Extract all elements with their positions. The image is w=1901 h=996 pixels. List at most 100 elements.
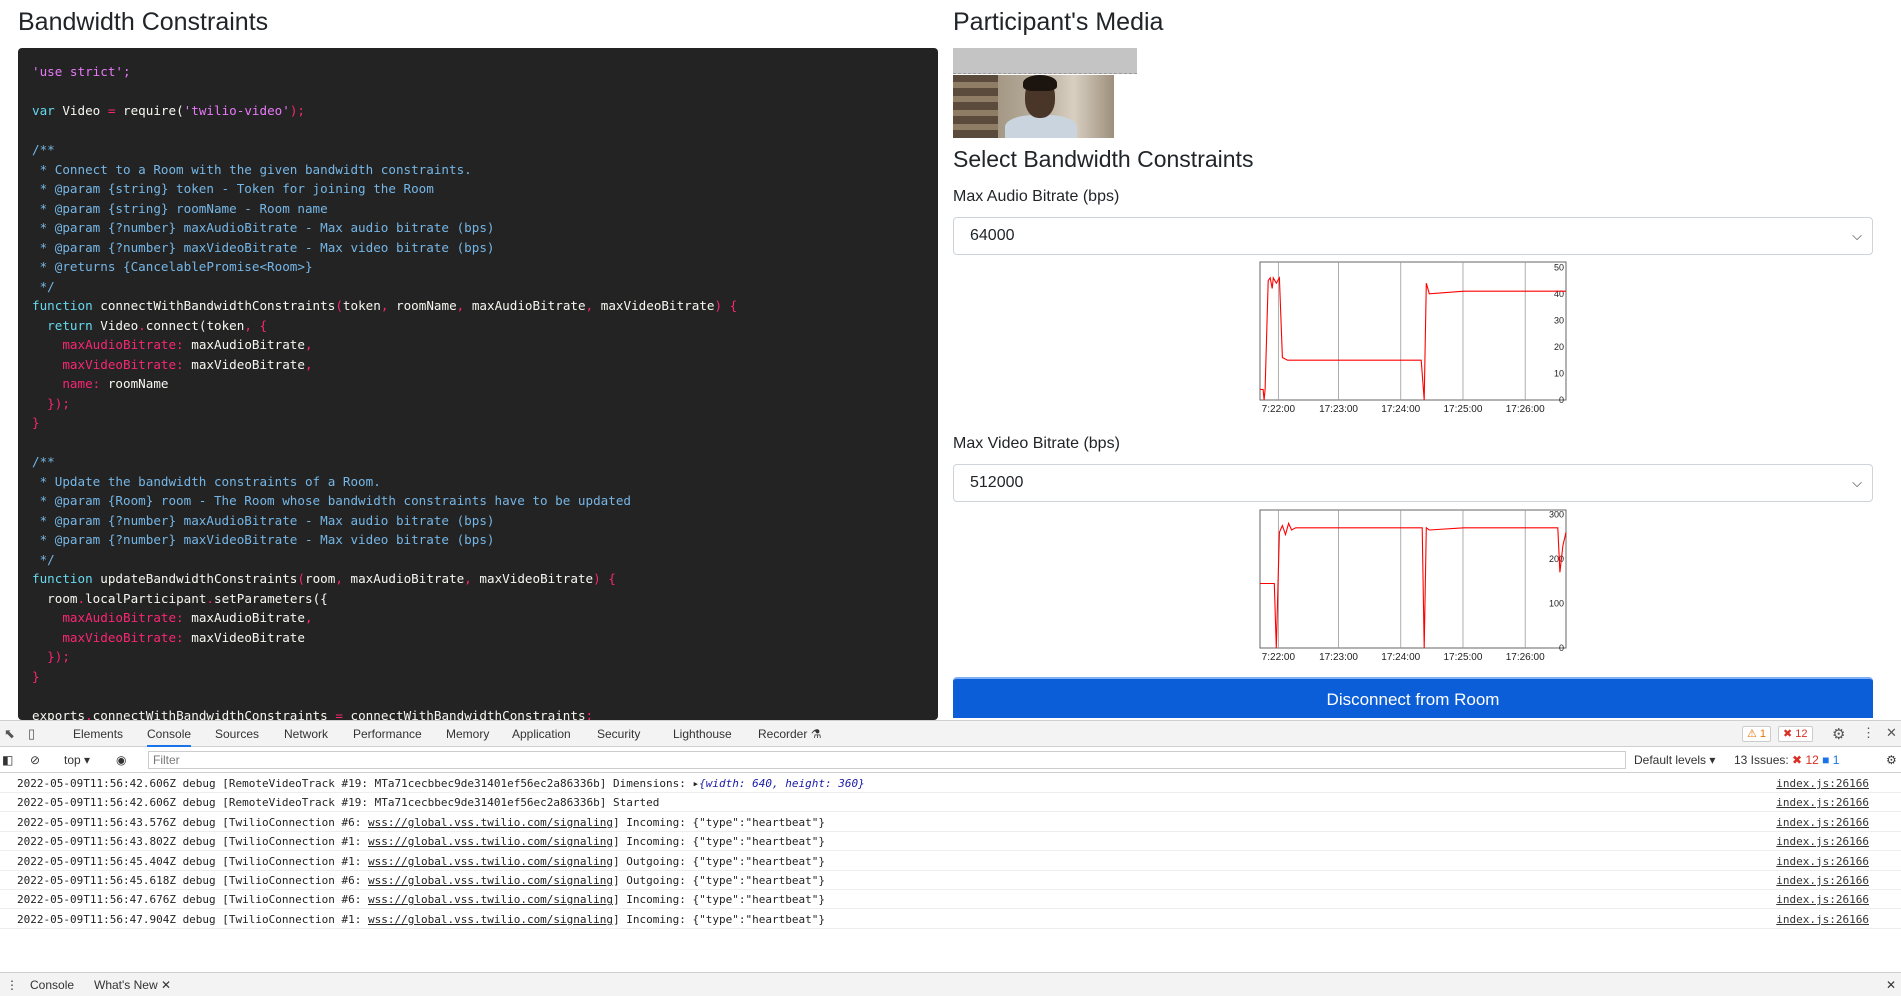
- console-log-row: 2022-05-09T11:56:42.606Z debug [RemoteVi…: [0, 793, 1901, 813]
- console-settings-icon[interactable]: ⚙: [1886, 747, 1897, 773]
- drawer-tab-whats-new[interactable]: What's New ✕: [94, 973, 171, 996]
- log-source-link[interactable]: index.js:26166: [1776, 813, 1869, 832]
- code-line: */: [32, 551, 55, 567]
- log-url-link[interactable]: wss://global.vss.twilio.com/signaling: [368, 893, 613, 906]
- code-line: });: [32, 649, 70, 664]
- audio-bitrate-label: Max Audio Bitrate (bps): [953, 188, 1120, 205]
- audio-bitrate-value: 64000: [970, 227, 1015, 244]
- chart-svg: 7:22:00 17:23:00 17:24:00 17:25:00 17:26:00 0…: [1259, 261, 1567, 415]
- more-options-icon[interactable]: ⋮: [1862, 725, 1875, 741]
- code-line: * @param {?number} maxAudioBitrate - Max…: [32, 220, 495, 235]
- tab-application[interactable]: Application: [512, 721, 571, 747]
- console-log-row: 2022-05-09T11:56:43.576Z debug [TwilioCo…: [0, 813, 1901, 832]
- flask-icon: ⚗: [807, 727, 822, 741]
- x-tick-label: 17:24:00: [1381, 404, 1420, 415]
- code-line: function updateBandwidthConstraints(room…: [32, 571, 616, 586]
- x-tick-label: 17:23:00: [1319, 404, 1358, 415]
- page-content: Bandwidth Constraints 'use strict'; var …: [0, 0, 1901, 720]
- code-line: maxVideoBitrate: maxVideoBitrate: [32, 629, 305, 645]
- log-source-link[interactable]: index.js:26166: [1776, 852, 1869, 871]
- log-source-link[interactable]: index.js:26166: [1776, 793, 1869, 812]
- sidebar-toggle-icon[interactable]: ◧: [2, 747, 13, 773]
- y-tick-label: 0: [1559, 643, 1564, 653]
- errors-badge[interactable]: ✖ 12: [1778, 726, 1813, 742]
- gear-icon[interactable]: ⚙: [1832, 725, 1845, 743]
- tab-elements[interactable]: Elements: [73, 721, 123, 747]
- constraints-title: Select Bandwidth Constraints: [953, 146, 1254, 172]
- code-line: * @param {?number} maxVideoBitrate - Max…: [32, 239, 495, 255]
- y-tick-label: 40: [1554, 289, 1564, 299]
- code-line: var Video = require('twilio-video');: [32, 103, 305, 118]
- participant-identity-bar: [953, 48, 1137, 74]
- console-log-row: 2022-05-09T11:56:43.802Z debug [TwilioCo…: [0, 832, 1901, 852]
- code-line: * @param {string} roomName - Room name: [32, 200, 328, 216]
- chart-svg: 7:22:00 17:23:00 17:24:00 17:25:00 17:26:00 0…: [1259, 509, 1567, 663]
- log-source-link[interactable]: index.js:26166: [1776, 832, 1869, 851]
- console-output: 2022-05-09T11:56:42.606Z debug [RemoteVi…: [0, 774, 1901, 996]
- plot-area: [1259, 509, 1567, 649]
- close-icon[interactable]: ✕: [1886, 725, 1897, 741]
- disconnect-button[interactable]: Disconnect from Room: [953, 677, 1873, 718]
- context-select[interactable]: top ▾: [64, 747, 90, 773]
- drawer-tab-console[interactable]: Console: [30, 973, 74, 996]
- tab-console[interactable]: Console: [147, 721, 192, 747]
- issues-counter[interactable]: 13 Issues: ✖ 12 ■ 1: [1734, 747, 1839, 773]
- x-tick-label: 17:23:00: [1319, 652, 1358, 663]
- code-line: exports.connectWithBandwidthConstraints …: [32, 707, 594, 721]
- video-bitrate-select[interactable]: 512000 ⌵: [953, 464, 1873, 502]
- code-line: name: roomName: [32, 376, 169, 391]
- console-log-row: 2022-05-09T11:56:47.904Z debug [TwilioCo…: [0, 910, 1901, 929]
- code-title: Bandwidth Constraints: [18, 8, 269, 36]
- participant-video: [953, 75, 1114, 138]
- filter-input[interactable]: Filter: [148, 751, 1626, 769]
- code-line: });: [32, 395, 70, 411]
- log-url-link[interactable]: wss://global.vss.twilio.com/signaling: [368, 835, 613, 848]
- audio-bitrate-select[interactable]: 64000 ⌵: [953, 217, 1873, 255]
- log-url-link[interactable]: wss://global.vss.twilio.com/signaling: [368, 874, 613, 887]
- log-url-link[interactable]: wss://global.vss.twilio.com/signaling: [368, 913, 613, 926]
- log-url-link[interactable]: wss://global.vss.twilio.com/signaling: [368, 816, 613, 829]
- tab-recorder[interactable]: Recorder ⚗: [758, 721, 821, 747]
- tab-memory[interactable]: Memory: [446, 721, 489, 747]
- tab-performance[interactable]: Performance: [353, 721, 422, 747]
- clear-console-icon[interactable]: ⊘: [30, 747, 40, 773]
- y-tick-label: 100: [1549, 598, 1564, 608]
- device-toolbar-icon[interactable]: ▯: [28, 726, 35, 742]
- code-line: /**: [32, 454, 55, 469]
- drawer-menu-icon[interactable]: ⋮: [6, 973, 18, 996]
- console-filterbar: ◧ ⊘ top ▾ ◉ Filter Default levels ▾ 13 I…: [0, 747, 1901, 773]
- x-tick-label: 17:25:00: [1444, 652, 1483, 663]
- log-url-link[interactable]: wss://global.vss.twilio.com/signaling: [368, 855, 613, 868]
- log-levels-select[interactable]: Default levels ▾: [1634, 747, 1715, 773]
- inspect-element-icon[interactable]: ⬉: [4, 726, 15, 742]
- code-line: }: [32, 415, 40, 430]
- warnings-badge[interactable]: ⚠ 1: [1742, 726, 1772, 742]
- tab-security[interactable]: Security: [597, 721, 640, 747]
- code-line: */: [32, 278, 55, 294]
- tab-network[interactable]: Network: [284, 721, 328, 747]
- console-log-row: 2022-05-09T11:56:42.606Z debug [RemoteVi…: [0, 774, 1901, 793]
- eye-icon[interactable]: ◉: [116, 747, 126, 773]
- log-source-link[interactable]: index.js:26166: [1776, 910, 1869, 929]
- x-tick-label: 7:22:00: [1262, 404, 1296, 415]
- tab-lighthouse[interactable]: Lighthouse: [673, 721, 732, 747]
- x-tick-label: 17:26:00: [1506, 404, 1545, 415]
- code-line: * Update the bandwidth constraints of a …: [32, 473, 381, 489]
- video-bitrate-label: Max Video Bitrate (bps): [953, 435, 1120, 452]
- chevron-down-icon: ⌵: [1852, 475, 1862, 490]
- tab-sources[interactable]: Sources: [215, 721, 259, 747]
- log-source-link[interactable]: index.js:26166: [1776, 890, 1869, 909]
- log-source-link[interactable]: index.js:26166: [1776, 774, 1869, 793]
- y-tick-label: 0: [1559, 395, 1564, 405]
- chevron-down-icon: ⌵: [1852, 228, 1862, 243]
- code-line: maxVideoBitrate: maxVideoBitrate,: [32, 356, 313, 372]
- devtools-panel: ⬉ ▯ Elements Console Sources Network Perform…: [0, 720, 1901, 996]
- x-tick-label: 17:26:00: [1506, 652, 1545, 663]
- code-line: }: [32, 668, 40, 684]
- drawer-close-icon[interactable]: ✕: [1886, 973, 1896, 996]
- code-line: 'use strict';: [32, 64, 131, 79]
- log-source-link[interactable]: index.js:26166: [1776, 871, 1869, 890]
